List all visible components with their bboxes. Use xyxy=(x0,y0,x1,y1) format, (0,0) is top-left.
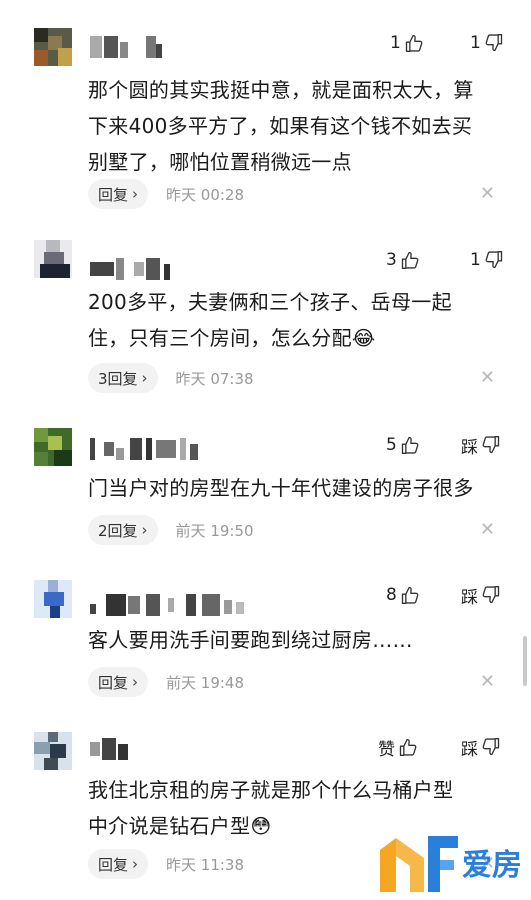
dislike-count: 踩 xyxy=(461,739,478,760)
like-count: 5 xyxy=(386,435,397,455)
watermark-text: 爱房 xyxy=(462,848,522,883)
thumbs-down-icon xyxy=(482,738,500,756)
reply-button[interactable]: 回复 › xyxy=(88,849,149,879)
comment-text-line: 那个圆的其实我挺中意，就是面积太大，算 xyxy=(88,78,474,102)
close-icon[interactable]: ✕ xyxy=(480,519,495,540)
dislike-count: 踩 xyxy=(461,437,478,458)
comment-text-line: 下来400多平方了，如果有这个钱不如去买 xyxy=(88,114,473,138)
reply-label: 3回复 xyxy=(98,369,138,388)
comment-text-line: 客人要用洗手间要跑到绕过厨房…… xyxy=(88,628,413,652)
thumbs-up-icon xyxy=(401,586,419,604)
thumbs-down-icon xyxy=(482,436,500,454)
reply-button[interactable]: 2回复 › xyxy=(88,515,158,545)
chevron-right-icon: › xyxy=(141,521,148,539)
thumbs-down-icon xyxy=(485,251,502,269)
dislike-button[interactable]: 1 xyxy=(470,245,504,275)
like-count: 1 xyxy=(390,33,401,53)
avatar[interactable] xyxy=(34,240,72,278)
close-icon[interactable]: ✕ xyxy=(480,671,495,692)
dislike-count: 1 xyxy=(470,250,481,270)
comment-time: 前天 19:48 xyxy=(166,673,245,692)
avatar[interactable] xyxy=(34,580,72,618)
avatar[interactable] xyxy=(34,732,72,770)
thumbs-up-icon xyxy=(401,251,419,269)
like-button[interactable]: 1 xyxy=(390,28,424,58)
comment-time: 昨天 00:28 xyxy=(166,185,245,204)
reply-label: 2回复 xyxy=(98,521,138,540)
comment-text: 门当户对的房型在九十年代建设的房子很多 xyxy=(88,470,520,506)
comment-text-line: 我住北京租的房子就是那个什么马桶户型 xyxy=(88,778,454,802)
comment-text-line: 200多平，夫妻俩和三个孩子、岳母一起 xyxy=(88,290,452,314)
close-icon[interactable]: ✕ xyxy=(480,183,495,204)
dislike-button[interactable]: 踩 xyxy=(461,732,501,762)
reply-button[interactable]: 回复 › xyxy=(88,667,149,697)
like-button[interactable]: 5 xyxy=(386,430,420,460)
dislike-button[interactable]: 踩 xyxy=(461,580,501,610)
thumbs-up-icon xyxy=(399,738,417,756)
chevron-right-icon: › xyxy=(141,369,148,387)
reply-label: 回复 xyxy=(98,673,129,692)
comment-text: 客人要用洗手间要跑到绕过厨房…… xyxy=(88,622,520,658)
thumbs-up-icon xyxy=(405,34,423,52)
chevron-right-icon: › xyxy=(132,185,139,203)
chevron-right-icon: › xyxy=(132,673,139,691)
comment-text-line: 住，只有三个房间，怎么分配😂 xyxy=(88,326,376,350)
scrollbar-thumb[interactable] xyxy=(523,636,527,686)
reply-label: 回复 xyxy=(98,855,129,874)
avatar[interactable] xyxy=(34,28,72,66)
like-count: 3 xyxy=(386,250,397,270)
comment-text: 那个圆的其实我挺中意，就是面积太大，算 下来400多平方了，如果有这个钱不如去买… xyxy=(88,72,520,180)
comment-text: 200多平，夫妻俩和三个孩子、岳母一起 住，只有三个房间，怎么分配😂 xyxy=(88,284,520,356)
thumbs-down-icon xyxy=(485,34,502,52)
dislike-button[interactable]: 踩 xyxy=(461,430,501,460)
like-button[interactable]: 赞 xyxy=(378,732,418,762)
comment-text-line: 别墅了，哪怕位置稍微远一点 xyxy=(88,150,352,174)
close-icon[interactable]: ✕ xyxy=(480,367,495,388)
like-count: 8 xyxy=(386,585,397,605)
like-button[interactable]: 8 xyxy=(386,580,420,610)
house-logo-icon xyxy=(380,836,458,892)
like-button[interactable]: 3 xyxy=(386,245,420,275)
thumbs-up-icon xyxy=(401,436,419,454)
dislike-button[interactable]: 1 xyxy=(470,28,504,58)
dislike-count: 1 xyxy=(470,33,481,53)
avatar[interactable] xyxy=(34,428,72,466)
reply-button[interactable]: 3回复 › xyxy=(88,363,158,393)
chevron-right-icon: › xyxy=(132,855,139,873)
dislike-count: 踩 xyxy=(461,587,478,608)
comment-time: 前天 19:50 xyxy=(175,521,254,540)
watermark-logo: 爱房 xyxy=(376,830,531,894)
like-count: 赞 xyxy=(378,739,395,760)
comment-time: 昨天 07:38 xyxy=(175,369,254,388)
comment-text-line: 门当户对的房型在九十年代建设的房子很多 xyxy=(88,476,474,500)
reply-button[interactable]: 回复 › xyxy=(88,179,149,209)
reply-label: 回复 xyxy=(98,185,129,204)
thumbs-down-icon xyxy=(482,586,500,604)
comment-time: 昨天 11:38 xyxy=(166,855,245,874)
